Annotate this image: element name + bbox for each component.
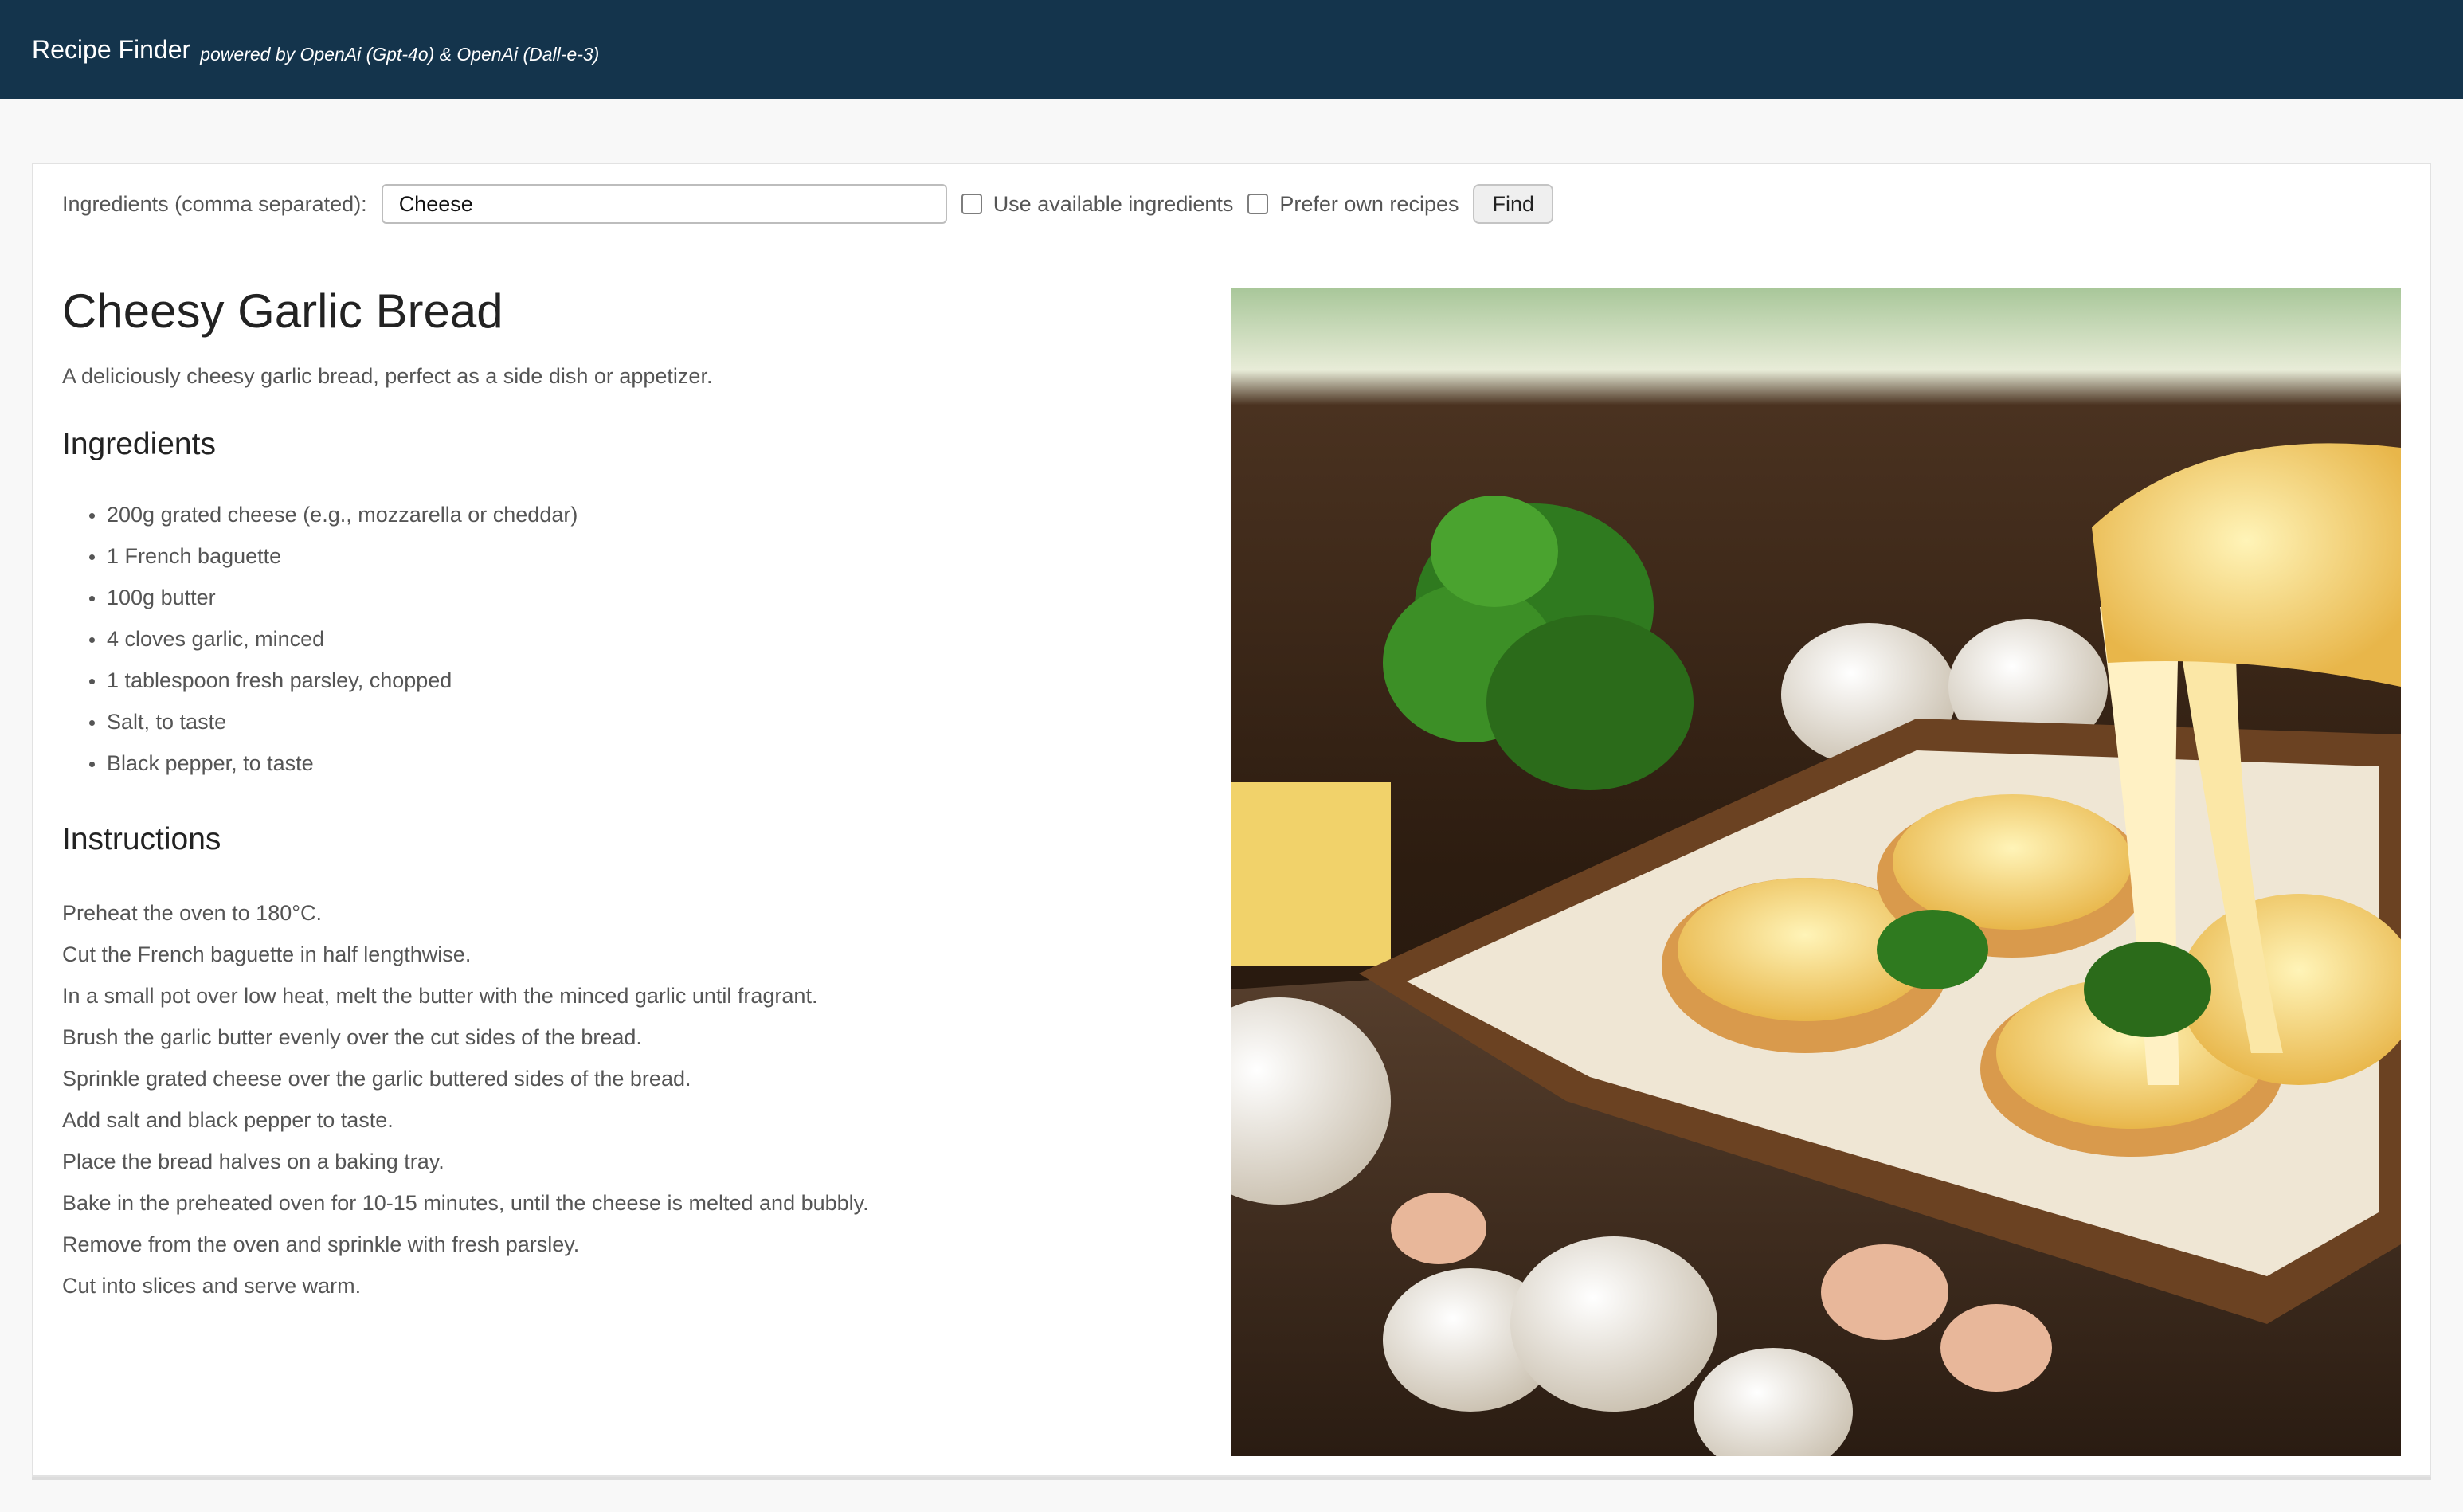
- app-title: Recipe Finder: [32, 34, 191, 64]
- recipe-description: A deliciously cheesy garlic bread, perfe…: [62, 364, 713, 388]
- ingredients-heading: Ingredients: [62, 427, 216, 461]
- ingredients-label: Ingredients (comma separated):: [62, 191, 367, 216]
- ingredients-list: 200g grated cheese (e.g., mozzarella or …: [62, 494, 1217, 784]
- recipe-title: Cheesy Garlic Bread: [62, 284, 503, 338]
- instruction-step: Cut the French baguette in half lengthwi…: [62, 942, 472, 966]
- instructions-list: Preheat the oven to 180°C. Cut the Frenc…: [62, 892, 1217, 1306]
- ingredient-item: Black pepper, to taste: [89, 742, 1217, 784]
- ingredient-item: 200g grated cheese (e.g., mozzarella or …: [89, 494, 1217, 535]
- instruction-step: Sprinkle grated cheese over the garlic b…: [62, 1067, 691, 1091]
- recipe-image: [1232, 288, 2401, 1456]
- recipe-details: Cheesy Garlic Bread A deliciously cheesy…: [62, 284, 1217, 1306]
- powered-by-text: powered by OpenAi (Gpt-4o) & OpenAi (Dal…: [200, 43, 600, 65]
- prefer-own-checkbox[interactable]: [1247, 194, 1269, 214]
- instruction-step: In a small pot over low heat, melt the b…: [62, 984, 818, 1008]
- ingredient-item: Salt, to taste: [89, 701, 1217, 742]
- ingredient-item: 100g butter: [89, 577, 1217, 618]
- search-bar: Ingredients (comma separated): Use avail…: [62, 183, 1554, 225]
- instruction-step: Add salt and black pepper to taste.: [62, 1108, 394, 1132]
- ingredient-item: 1 French baguette: [89, 535, 1217, 577]
- instructions-heading: Instructions: [62, 822, 221, 856]
- instruction-step: Cut into slices and serve warm.: [62, 1274, 362, 1298]
- instruction-step: Remove from the oven and sprinkle with f…: [62, 1232, 580, 1256]
- recipe-photo-illustration: [1232, 288, 2401, 1456]
- instruction-step: Preheat the oven to 180°C.: [62, 901, 323, 925]
- prefer-own-toggle[interactable]: Prefer own recipes: [1247, 192, 1459, 217]
- find-button[interactable]: Find: [1473, 184, 1554, 224]
- use-available-label: Use available ingredients: [993, 191, 1234, 216]
- ingredients-input[interactable]: [381, 184, 947, 224]
- ingredient-item: 1 tablespoon fresh parsley, chopped: [89, 660, 1217, 701]
- top-bar: Recipe Finder powered by OpenAi (Gpt-4o)…: [0, 0, 2463, 99]
- prefer-own-label: Prefer own recipes: [1279, 191, 1459, 216]
- instruction-step: Place the bread halves on a baking tray.: [62, 1150, 444, 1173]
- use-available-toggle[interactable]: Use available ingredients: [961, 191, 1234, 217]
- instruction-step: Brush the garlic butter evenly over the …: [62, 1025, 642, 1049]
- use-available-checkbox[interactable]: [961, 194, 982, 214]
- instruction-step: Bake in the preheated oven for 10-15 min…: [62, 1191, 869, 1215]
- recipe-card: Ingredients (comma separated): Use avail…: [32, 163, 2431, 1477]
- ingredient-item: 4 cloves garlic, minced: [89, 618, 1217, 660]
